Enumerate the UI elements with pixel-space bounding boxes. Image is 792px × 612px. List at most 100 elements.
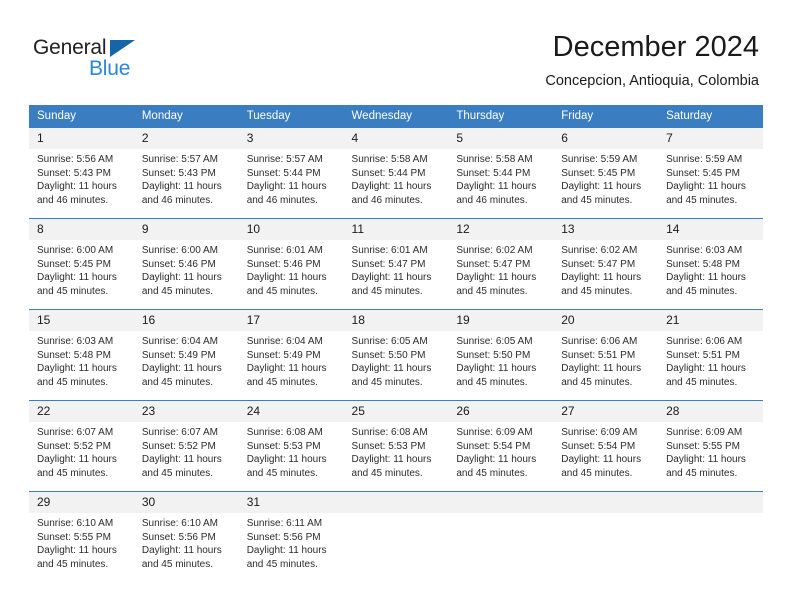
calendar-day-cell[interactable]: 27 Sunrise: 6:09 AM Sunset: 5:54 PM Dayligh… [553, 400, 659, 492]
day-details: Sunrise: 6:03 AM Sunset: 5:48 PM Daylight:… [29, 331, 134, 389]
calendar-week-row: 29 Sunrise: 6:10 AM Sunset: 5:55 PM Dayligh… [29, 491, 763, 582]
day-number-band: 14 [658, 219, 763, 240]
calendar-day-cell [553, 491, 659, 582]
day-number-band: 10 [238, 219, 344, 240]
day-number-band: 5 [448, 128, 554, 149]
day-details: Sunrise: 6:01 AM Sunset: 5:47 PM Daylight:… [344, 240, 449, 298]
day-number: 9 [141, 222, 149, 236]
calendar-day-cell[interactable]: 1 Sunrise: 5:56 AM Sunset: 5:43 PM Daylight… [29, 128, 134, 219]
sunrise-text: Sunrise: 6:05 AM [351, 336, 428, 347]
day-details [344, 513, 449, 517]
daylight-text-line2: and 45 minutes. [246, 558, 318, 570]
calendar-day-cell [343, 491, 449, 582]
daylight-text-line2: and 45 minutes. [37, 376, 109, 388]
calendar-day-cell[interactable]: 15 Sunrise: 6:03 AM Sunset: 5:48 PM Dayligh… [29, 309, 134, 401]
daylight-text-line1: Daylight: 11 hours [37, 545, 117, 557]
sunset-text: Sunset: 5:54 PM [561, 440, 636, 452]
calendar-day-cell[interactable]: 21 Sunrise: 6:06 AM Sunset: 5:51 PM Dayligh… [658, 309, 763, 401]
daylight-text-line2: and 45 minutes. [246, 285, 318, 297]
calendar-day-cell[interactable]: 4 Sunrise: 5:58 AM Sunset: 5:44 PM Daylight… [343, 128, 449, 219]
calendar-day-cell[interactable]: 26 Sunrise: 6:09 AM Sunset: 5:54 PM Dayligh… [448, 400, 554, 492]
calendar-day-cell[interactable]: 24 Sunrise: 6:08 AM Sunset: 5:53 PM Dayligh… [238, 400, 344, 492]
brand-name-blue: Blue [89, 57, 131, 80]
daylight-text-line2: and 45 minutes. [456, 376, 528, 388]
day-number-band: 6 [553, 128, 659, 149]
day-cell-content: 6 Sunrise: 5:59 AM Sunset: 5:45 PM Daylight… [553, 128, 659, 218]
calendar-day-cell[interactable]: 22 Sunrise: 6:07 AM Sunset: 5:52 PM Dayligh… [29, 400, 134, 492]
calendar-day-cell[interactable]: 25 Sunrise: 6:08 AM Sunset: 5:53 PM Dayligh… [343, 400, 449, 492]
day-number-band [658, 492, 763, 513]
day-cell-content: 29 Sunrise: 6:10 AM Sunset: 5:55 PM Dayligh… [29, 492, 134, 582]
calendar-day-cell[interactable]: 3 Sunrise: 5:57 AM Sunset: 5:44 PM Daylight… [238, 128, 344, 219]
calendar-day-cell[interactable]: 7 Sunrise: 5:59 AM Sunset: 5:45 PM Daylight… [658, 128, 763, 219]
calendar-header-row: Sunday Monday Tuesday Wednesday Thursday… [29, 105, 763, 128]
day-details: Sunrise: 6:05 AM Sunset: 5:50 PM Daylight:… [344, 331, 449, 389]
day-cell-content [658, 492, 763, 582]
day-number: 27 [561, 404, 575, 418]
day-details: Sunrise: 6:04 AM Sunset: 5:49 PM Daylight:… [134, 331, 239, 389]
calendar-day-cell[interactable]: 17 Sunrise: 6:04 AM Sunset: 5:49 PM Dayligh… [238, 309, 344, 401]
calendar-day-cell[interactable]: 31 Sunrise: 6:11 AM Sunset: 5:56 PM Dayligh… [238, 491, 344, 582]
daylight-text-line2: and 45 minutes. [141, 467, 214, 479]
calendar-day-cell[interactable]: 20 Sunrise: 6:06 AM Sunset: 5:51 PM Dayligh… [553, 309, 659, 401]
day-number-band: 13 [553, 219, 659, 240]
calendar-day-cell[interactable]: 10 Sunrise: 6:01 AM Sunset: 5:46 PM Dayligh… [238, 218, 344, 310]
sunset-text: Sunset: 5:43 PM [141, 167, 216, 179]
day-number: 19 [456, 313, 470, 327]
day-number: 18 [351, 313, 365, 327]
calendar-day-cell[interactable]: 6 Sunrise: 5:59 AM Sunset: 5:45 PM Daylight… [553, 128, 659, 219]
daylight-text-line1: Daylight: 11 hours [246, 181, 327, 193]
calendar-day-cell[interactable]: 18 Sunrise: 6:05 AM Sunset: 5:50 PM Dayligh… [343, 309, 449, 401]
daylight-text-line2: and 45 minutes. [37, 467, 109, 479]
calendar-day-cell[interactable]: 9 Sunrise: 6:00 AM Sunset: 5:46 PM Daylight… [133, 218, 239, 310]
calendar-day-cell[interactable]: 28 Sunrise: 6:09 AM Sunset: 5:55 PM Dayligh… [658, 400, 763, 492]
calendar-day-cell[interactable]: 12 Sunrise: 6:02 AM Sunset: 5:47 PM Dayligh… [448, 218, 554, 310]
sunrise-text: Sunrise: 6:03 AM [37, 336, 114, 347]
calendar-day-cell[interactable]: 19 Sunrise: 6:05 AM Sunset: 5:50 PM Dayligh… [448, 309, 554, 401]
calendar-day-cell[interactable]: 5 Sunrise: 5:58 AM Sunset: 5:44 PM Daylight… [448, 128, 554, 219]
calendar-day-cell[interactable]: 14 Sunrise: 6:03 AM Sunset: 5:48 PM Dayligh… [658, 218, 763, 310]
sunset-text: Sunset: 5:50 PM [456, 349, 531, 361]
day-number-band [448, 492, 554, 513]
calendar-day-cell[interactable]: 8 Sunrise: 6:00 AM Sunset: 5:45 PM Daylight… [29, 218, 134, 310]
day-number [553, 492, 658, 495]
day-number: 2 [141, 131, 149, 145]
daylight-text-line2: and 45 minutes. [666, 467, 738, 479]
calendar-day-cell[interactable]: 23 Sunrise: 6:07 AM Sunset: 5:52 PM Dayligh… [133, 400, 239, 492]
weekday-header-tuesday: Tuesday [238, 105, 344, 128]
sunrise-text: Sunrise: 5:57 AM [141, 154, 218, 165]
day-details: Sunrise: 6:02 AM Sunset: 5:47 PM Daylight:… [553, 240, 658, 298]
calendar-week-row: 22 Sunrise: 6:07 AM Sunset: 5:52 PM Dayligh… [29, 400, 763, 492]
day-number: 5 [456, 131, 464, 145]
day-number-band: 19 [448, 310, 554, 331]
daylight-text-line1: Daylight: 11 hours [456, 272, 537, 284]
calendar-day-cell[interactable]: 2 Sunrise: 5:57 AM Sunset: 5:43 PM Daylight… [133, 128, 239, 219]
sunrise-text: Sunrise: 6:08 AM [246, 427, 323, 438]
daylight-text-line2: and 45 minutes. [666, 376, 738, 388]
page-title: December 2024 [552, 31, 759, 63]
day-number-band: 18 [343, 310, 449, 331]
title-block: December 2024 Concepcion, Antioquia, Col… [545, 30, 759, 90]
daylight-text-line2: and 45 minutes. [561, 467, 633, 479]
weekday-header-monday: Monday [133, 105, 239, 128]
day-details: Sunrise: 6:03 AM Sunset: 5:48 PM Daylight:… [658, 240, 763, 298]
calendar-day-cell[interactable]: 16 Sunrise: 6:04 AM Sunset: 5:49 PM Dayligh… [133, 309, 239, 401]
daylight-text-line1: Daylight: 11 hours [246, 545, 327, 557]
day-number-band: 3 [238, 128, 344, 149]
calendar-day-cell[interactable]: 11 Sunrise: 6:01 AM Sunset: 5:47 PM Dayligh… [343, 218, 449, 310]
sunrise-text: Sunrise: 6:09 AM [456, 427, 533, 438]
calendar-day-cell[interactable]: 29 Sunrise: 6:10 AM Sunset: 5:55 PM Dayligh… [29, 491, 134, 582]
daylight-text-line1: Daylight: 11 hours [561, 363, 642, 375]
sunrise-text: Sunrise: 5:56 AM [37, 154, 114, 165]
calendar-week-row: 1 Sunrise: 5:56 AM Sunset: 5:43 PM Daylight… [29, 128, 763, 219]
calendar-day-cell[interactable]: 13 Sunrise: 6:02 AM Sunset: 5:47 PM Dayligh… [553, 218, 659, 310]
daylight-text-line1: Daylight: 11 hours [246, 363, 327, 375]
daylight-text-line2: and 45 minutes. [246, 376, 318, 388]
day-details: Sunrise: 6:04 AM Sunset: 5:49 PM Daylight:… [239, 331, 344, 389]
brand-logo[interactable]: General Blue [33, 36, 233, 86]
calendar-day-cell[interactable]: 30 Sunrise: 6:10 AM Sunset: 5:56 PM Dayligh… [133, 491, 239, 582]
daylight-text-line2: and 46 minutes. [351, 194, 423, 206]
day-details: Sunrise: 6:00 AM Sunset: 5:46 PM Daylight:… [134, 240, 239, 298]
day-details: Sunrise: 5:58 AM Sunset: 5:44 PM Daylight:… [448, 149, 553, 207]
sunset-text: Sunset: 5:49 PM [141, 349, 216, 361]
